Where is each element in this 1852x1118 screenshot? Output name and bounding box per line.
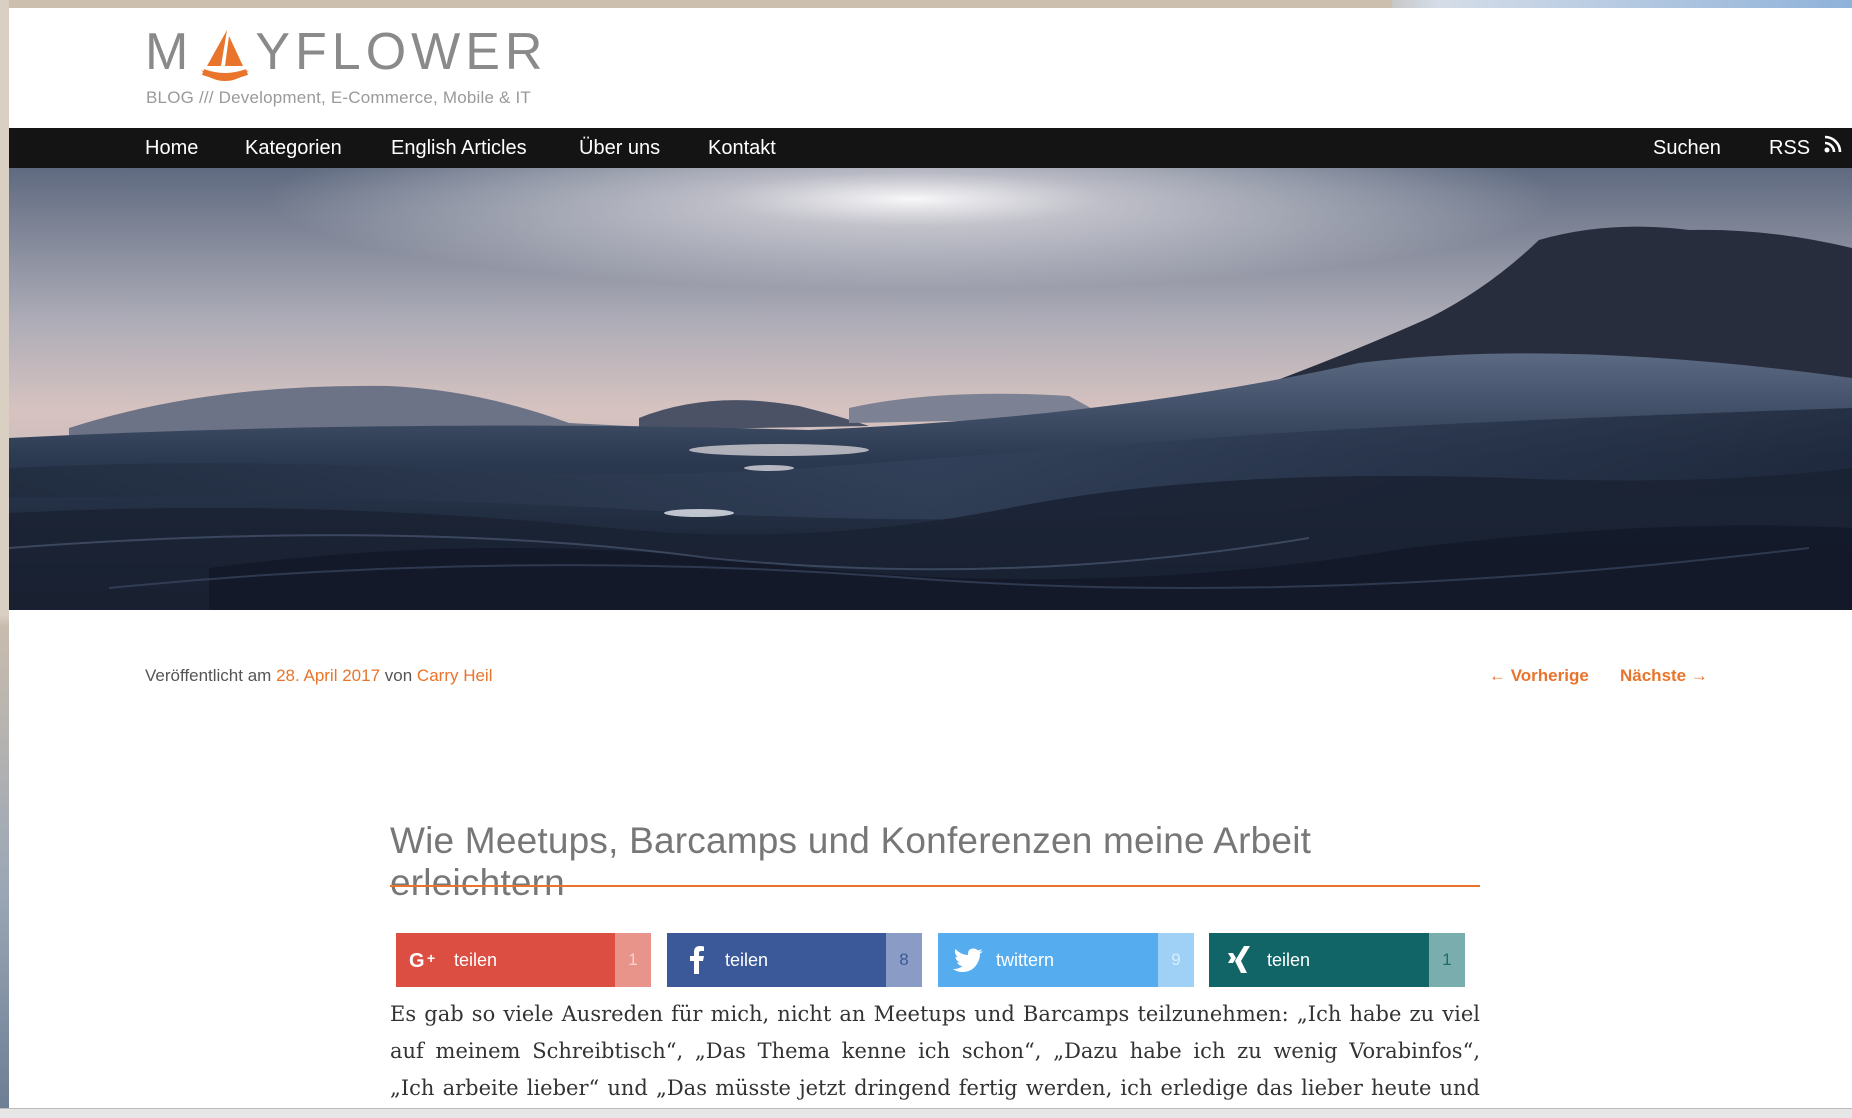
xing-icon xyxy=(1219,933,1259,987)
nav-item-home[interactable]: Home xyxy=(145,128,198,168)
logo-text-right: YFLOWER xyxy=(255,23,548,81)
share-twitter-label: twittern xyxy=(996,949,1055,970)
share-twitter-button[interactable]: twittern 9 xyxy=(938,933,1194,987)
share-twitter-count: 9 xyxy=(1158,933,1194,987)
logo-text-left: M xyxy=(145,23,194,81)
share-facebook-button[interactable]: teilen 8 xyxy=(667,933,922,987)
twitter-icon xyxy=(948,933,988,987)
share-google-plus-label: teilen xyxy=(454,949,498,970)
blog-page: M YFLOWER BLOG /// Development, E-Commer… xyxy=(9,8,1852,1108)
post-body-line: auf meinem Schreibtisch“, „Das Thema ken… xyxy=(390,1039,1480,1063)
share-facebook-count: 8 xyxy=(886,933,922,987)
post-meta: Veröffentlicht am 28. April 2017 von Car… xyxy=(145,666,492,686)
desktop-background-top xyxy=(1392,0,1852,8)
author-by-label: von xyxy=(384,666,413,685)
nav-search-link[interactable]: Suchen xyxy=(1653,128,1721,168)
share-google-plus-button[interactable]: G + teilen 1 xyxy=(396,933,651,987)
post-title: Wie Meetups, Barcamps und Konferenzen me… xyxy=(390,820,1312,903)
facebook-icon xyxy=(677,933,717,987)
share-xing-label: teilen xyxy=(1267,949,1311,970)
hero-ocean-image xyxy=(9,168,1852,610)
share-google-plus-count: 1 xyxy=(615,933,651,987)
rss-label: RSS xyxy=(1769,137,1811,159)
nav-item-kategorien[interactable]: Kategorien xyxy=(245,128,342,168)
window-bottom-edge xyxy=(0,1108,1852,1118)
nav-item-kontakt[interactable]: Kontakt xyxy=(708,128,776,168)
post-body-line: „Ich arbeite lieber“ und „Das müsste jet… xyxy=(390,1076,1480,1100)
google-plus-icon: G + xyxy=(406,933,446,987)
nav-item-ueber-uns[interactable]: Über uns xyxy=(579,128,660,168)
desktop-background-left xyxy=(0,0,9,1118)
post-body-line: Es gab so viele Ausreden für mich, nicht… xyxy=(390,1002,1480,1026)
published-label: Veröffentlicht am xyxy=(145,666,272,685)
next-post-link[interactable]: Nächste → xyxy=(1620,666,1708,686)
logo-sail-icon xyxy=(197,26,253,82)
nav-rss-link[interactable]: RSS xyxy=(1769,128,1842,168)
svg-text:+: + xyxy=(427,950,435,966)
share-xing-button[interactable]: teilen 1 xyxy=(1209,933,1465,987)
post-author-link[interactable]: Carry Heil xyxy=(417,666,493,685)
main-navigation: Home Kategorien English Articles Über un… xyxy=(9,128,1852,168)
share-xing-count: 1 xyxy=(1429,933,1465,987)
rss-icon xyxy=(1824,127,1842,167)
previous-post-link[interactable]: ← Vorherige xyxy=(1489,666,1589,686)
site-logo[interactable]: M YFLOWER xyxy=(145,22,547,82)
svg-text:G: G xyxy=(409,950,425,971)
share-facebook-label: teilen xyxy=(725,949,769,970)
title-divider xyxy=(390,885,1480,887)
post-body: Es gab so viele Ausreden für mich, nicht… xyxy=(390,996,1480,1107)
post-date-link[interactable]: 28. April 2017 xyxy=(276,666,380,685)
nav-item-english-articles[interactable]: English Articles xyxy=(391,128,527,168)
site-tagline: BLOG /// Development, E-Commerce, Mobile… xyxy=(146,88,532,107)
